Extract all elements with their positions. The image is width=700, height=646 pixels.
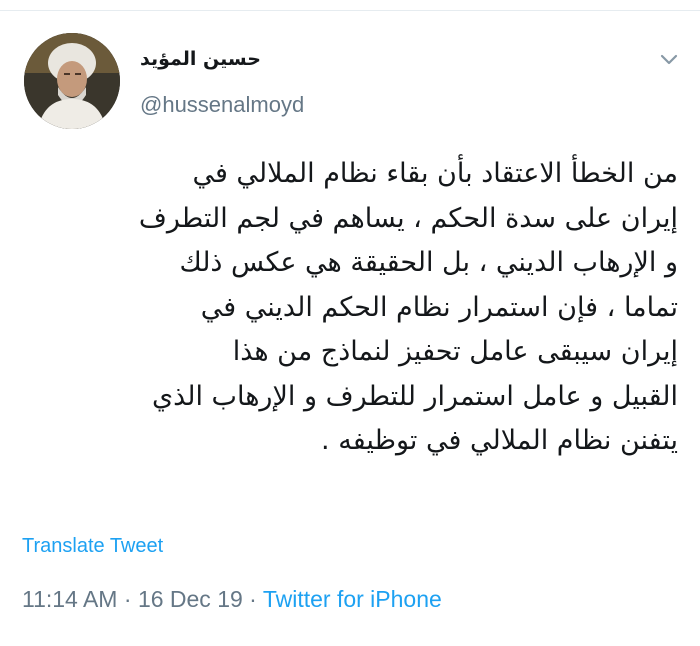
author-display-name[interactable]: حسين المؤيد	[140, 48, 261, 70]
tweet-metadata: 11:14 AM · 16 Dec 19 · Twitter for iPhon…	[22, 586, 442, 613]
translate-tweet-link[interactable]: Translate Tweet	[22, 535, 163, 558]
tweet-source-link[interactable]: Twitter for iPhone	[263, 586, 442, 612]
tweet-line: من الخطأ الاعتقاد بأن بقاء نظام الملالي …	[192, 158, 678, 189]
tweet-line: يتفنن نظام الملالي في توظيفه .	[321, 425, 678, 456]
author-handle[interactable]: @hussenalmoyd	[140, 92, 304, 118]
avatar[interactable]	[24, 33, 120, 129]
meta-separator: ·	[117, 586, 138, 612]
avatar-image	[24, 33, 120, 129]
top-divider	[0, 0, 700, 11]
tweet-time: 11:14 AM	[22, 586, 118, 612]
tweet-line: تماما ، فإن استمرار نظام الحكم الديني في	[200, 291, 678, 323]
tweet-date: 16 Dec 19	[137, 586, 243, 612]
chevron-down-icon[interactable]	[660, 54, 678, 66]
tweet-line: إيران على سدة الحكم ، يساهم في لجم التطر…	[138, 202, 678, 234]
tweet-line: و الإرهاب الديني ، بل الحقيقة هي عكس ذلك	[179, 247, 678, 278]
tweet-line: القبيل و عامل استمرار للتطرف و الإرهاب ا…	[151, 380, 678, 412]
tweet-text: من الخطأ الاعتقاد بأن بقاء نظام الملالي …	[18, 152, 678, 464]
tweet-line: إيران سيبقى عامل تحفيز لنماذج من هذا	[232, 336, 678, 367]
meta-separator: ·	[242, 586, 263, 612]
